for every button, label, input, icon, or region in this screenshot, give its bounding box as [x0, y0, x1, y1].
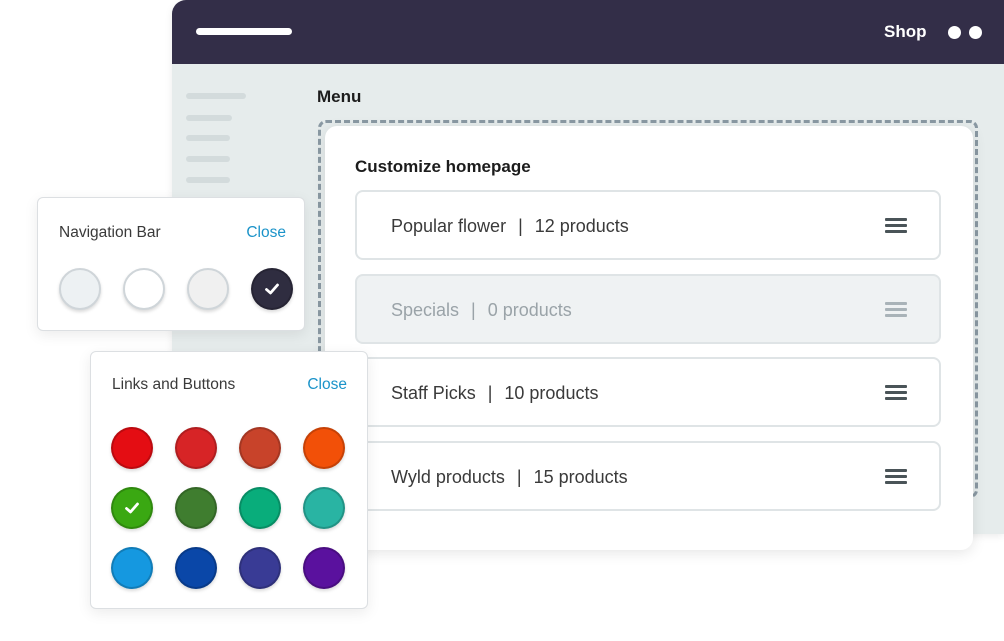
color-swatch[interactable]: [187, 268, 229, 310]
row-name: Popular flower: [391, 216, 507, 236]
row-separator: |: [471, 300, 476, 320]
row-separator: |: [518, 216, 523, 236]
window-dot-icon[interactable]: [969, 26, 982, 39]
sidebar-placeholder-line: [186, 177, 230, 183]
drag-handle-icon[interactable]: [885, 385, 907, 400]
collection-row[interactable]: Popular flower | 12 products: [355, 190, 941, 260]
panel-title: Links and Buttons: [112, 376, 236, 393]
row-count: 12 products: [534, 216, 629, 236]
checkmark-icon: [265, 283, 279, 295]
navigation-bar-panel: Navigation Bar Close: [37, 197, 305, 331]
row-name: Staff Picks: [391, 383, 476, 403]
row-name: Wyld products: [391, 467, 505, 487]
sidebar-placeholder-line: [186, 115, 232, 121]
color-swatch[interactable]: [303, 547, 345, 589]
collection-row[interactable]: Staff Picks | 10 products: [355, 357, 941, 427]
row-separator: |: [516, 467, 522, 487]
close-button[interactable]: Close: [246, 224, 286, 242]
color-swatch[interactable]: [239, 547, 281, 589]
color-swatch[interactable]: [303, 487, 345, 529]
title-placeholder-bar: [196, 28, 292, 35]
row-label: Staff Picks | 10 products: [391, 383, 598, 404]
sidebar-placeholder-line: [186, 135, 230, 141]
row-name: Specials: [391, 300, 460, 320]
drag-handle-icon[interactable]: [885, 218, 907, 233]
collection-row[interactable]: Wyld products | 15 products: [355, 441, 941, 511]
color-swatch[interactable]: [111, 487, 153, 529]
window-titlebar: Shop: [172, 0, 1004, 64]
color-swatch[interactable]: [59, 268, 101, 310]
sidebar-placeholder-line: [186, 156, 230, 162]
card-title: Customize homepage: [355, 157, 531, 176]
row-count: 0 products: [487, 300, 572, 320]
color-swatch[interactable]: [251, 268, 293, 310]
window-dot-icon[interactable]: [948, 26, 961, 39]
color-swatch[interactable]: [175, 427, 217, 469]
checkmark-icon: [125, 502, 139, 514]
row-count: 15 products: [533, 467, 628, 487]
drag-handle-icon[interactable]: [885, 469, 907, 484]
row-label: Wyld products | 15 products: [391, 467, 628, 488]
drag-handle-icon[interactable]: [885, 302, 907, 317]
color-swatch[interactable]: [239, 427, 281, 469]
row-separator: |: [487, 383, 493, 403]
close-button[interactable]: Close: [307, 376, 347, 394]
menu-heading: Menu: [317, 87, 362, 106]
color-swatch[interactable]: [175, 487, 217, 529]
shop-title: Shop: [884, 22, 927, 41]
row-label: Specials | 0 products: [391, 300, 572, 321]
sidebar-placeholder-line: [186, 93, 246, 99]
color-swatch[interactable]: [175, 547, 217, 589]
color-swatch[interactable]: [123, 268, 165, 310]
color-swatch[interactable]: [303, 427, 345, 469]
color-swatch[interactable]: [111, 427, 153, 469]
row-count: 10 products: [504, 383, 599, 403]
links-and-buttons-panel: Links and Buttons Close: [90, 351, 368, 609]
color-swatch[interactable]: [239, 487, 281, 529]
customize-homepage-card: Customize homepage Popular flower | 12 pro…: [325, 126, 973, 550]
collection-row[interactable]: Specials | 0 products: [355, 274, 941, 344]
panel-title: Navigation Bar: [59, 224, 161, 241]
color-swatch[interactable]: [111, 547, 153, 589]
row-label: Popular flower | 12 products: [391, 216, 629, 237]
